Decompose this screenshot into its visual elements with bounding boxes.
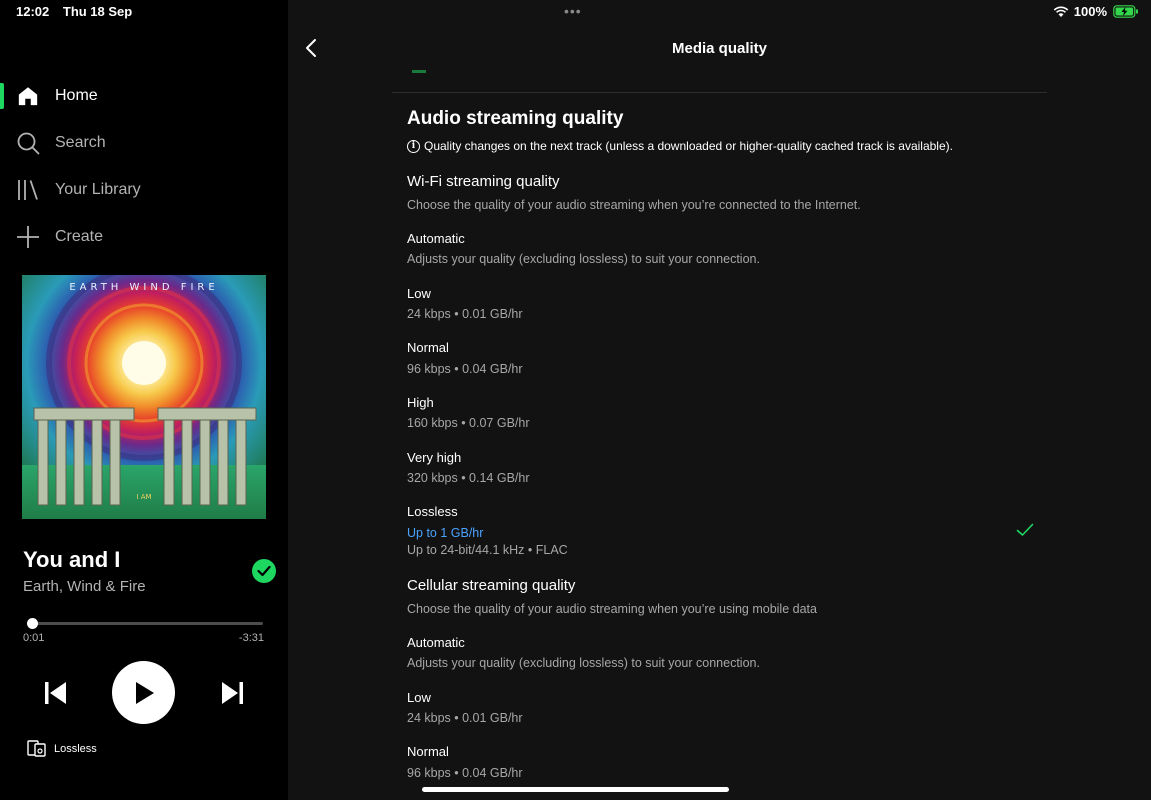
option-detail: 160 kbps • 0.07 GB/hr xyxy=(407,416,530,430)
devices-icon xyxy=(27,740,46,757)
status-time: 12:02 xyxy=(16,4,50,19)
progress-bar[interactable] xyxy=(28,622,263,625)
info-icon: i xyxy=(407,139,420,153)
sidebar-item-label: Your Library xyxy=(55,180,141,198)
option-label: Normal xyxy=(407,744,449,759)
option-label: Low xyxy=(407,286,431,301)
status-date: Thu 18 Sep xyxy=(62,4,133,19)
next-track-button[interactable] xyxy=(220,681,244,705)
status-bar-right: 100% xyxy=(1053,4,1139,19)
cellular-quality-title: Cellular streaming quality xyxy=(407,577,576,594)
device-label: Lossless xyxy=(54,742,97,755)
plus-icon xyxy=(16,225,40,249)
top-bar: ••• 100% Media quality xyxy=(288,0,1151,72)
sidebar-item-label: Home xyxy=(55,86,98,104)
device-picker[interactable]: Lossless xyxy=(27,740,97,757)
saved-check-icon[interactable] xyxy=(252,559,276,583)
sidebar-nav: Home Search Your Library Create xyxy=(0,72,288,260)
selected-check-icon xyxy=(1016,523,1034,536)
wifi-icon xyxy=(1053,5,1069,17)
option-label: Automatic xyxy=(407,231,465,246)
info-note: i Quality changes on the next track (unl… xyxy=(407,139,953,153)
option-label: Low xyxy=(407,690,431,705)
main-panel: ••• 100% Media quality Audio streaming q… xyxy=(288,0,1151,800)
album-art[interactable]: EARTH WIND FIRE I AM xyxy=(22,275,266,519)
page-title: Media quality xyxy=(671,40,768,57)
option-label: Lossless xyxy=(407,504,458,519)
sidebar-item-search[interactable]: Search xyxy=(0,119,288,166)
home-icon xyxy=(16,84,40,108)
option-detail: 24 kbps • 0.01 GB/hr xyxy=(407,307,523,321)
album-art-caption: I AM xyxy=(136,493,151,501)
option-detail: Adjusts your quality (excluding lossless… xyxy=(407,656,760,670)
track-artist[interactable]: Earth, Wind & Fire xyxy=(23,578,146,595)
sidebar: 12:02 Thu 18 Sep Home Search Your Librar… xyxy=(0,0,288,800)
progress-handle[interactable] xyxy=(27,618,39,629)
wifi-quality-title: Wi-Fi streaming quality xyxy=(407,173,560,190)
option-label: Automatic xyxy=(407,635,465,650)
multitasking-dots-icon[interactable]: ••• xyxy=(564,3,582,19)
album-art-text: EARTH WIND FIRE xyxy=(69,282,218,293)
divider xyxy=(392,92,1047,93)
option-link[interactable]: Up to 1 GB/hr xyxy=(407,526,483,540)
sidebar-item-home[interactable]: Home xyxy=(0,72,288,119)
search-icon xyxy=(16,131,40,155)
battery-percent: 100% xyxy=(1073,4,1107,19)
play-icon xyxy=(135,681,154,704)
sidebar-item-create[interactable]: Create xyxy=(0,213,288,260)
sidebar-item-label: Search xyxy=(55,133,106,151)
option-detail: Adjusts your quality (excluding lossless… xyxy=(407,252,760,266)
previous-track-button[interactable] xyxy=(44,681,68,705)
option-detail: 24 kbps • 0.01 GB/hr xyxy=(407,711,523,725)
option-detail: Up to 24-bit/44.1 kHz • FLAC xyxy=(407,543,568,557)
option-label: Very high xyxy=(407,450,462,465)
section-title: Audio streaming quality xyxy=(407,108,624,129)
track-title[interactable]: You and I xyxy=(23,547,120,573)
skip-forward-icon xyxy=(222,682,243,704)
previous-toggle-edge xyxy=(412,70,426,73)
option-detail: 96 kbps • 0.04 GB/hr xyxy=(407,766,523,780)
option-detail: 320 kbps • 0.14 GB/hr xyxy=(407,471,530,485)
time-elapsed: 0:01 xyxy=(23,632,45,644)
sidebar-item-label: Create xyxy=(55,227,104,245)
option-label: High xyxy=(407,395,434,410)
library-icon xyxy=(16,178,40,202)
time-remaining: -3:31 xyxy=(238,632,264,644)
skip-back-icon xyxy=(45,682,66,704)
wifi-quality-desc: Choose the quality of your audio streami… xyxy=(407,198,861,212)
option-detail: 96 kbps • 0.04 GB/hr xyxy=(407,362,523,376)
battery-charging-icon xyxy=(1113,5,1138,18)
cellular-quality-desc: Choose the quality of your audio streami… xyxy=(407,602,817,616)
sidebar-item-library[interactable]: Your Library xyxy=(0,166,288,213)
option-label: Normal xyxy=(407,340,449,355)
info-text: Quality changes on the next track (unles… xyxy=(424,139,953,153)
home-indicator[interactable] xyxy=(422,787,729,792)
play-button[interactable] xyxy=(112,661,175,724)
status-bar-left: 12:02 Thu 18 Sep xyxy=(16,4,142,19)
